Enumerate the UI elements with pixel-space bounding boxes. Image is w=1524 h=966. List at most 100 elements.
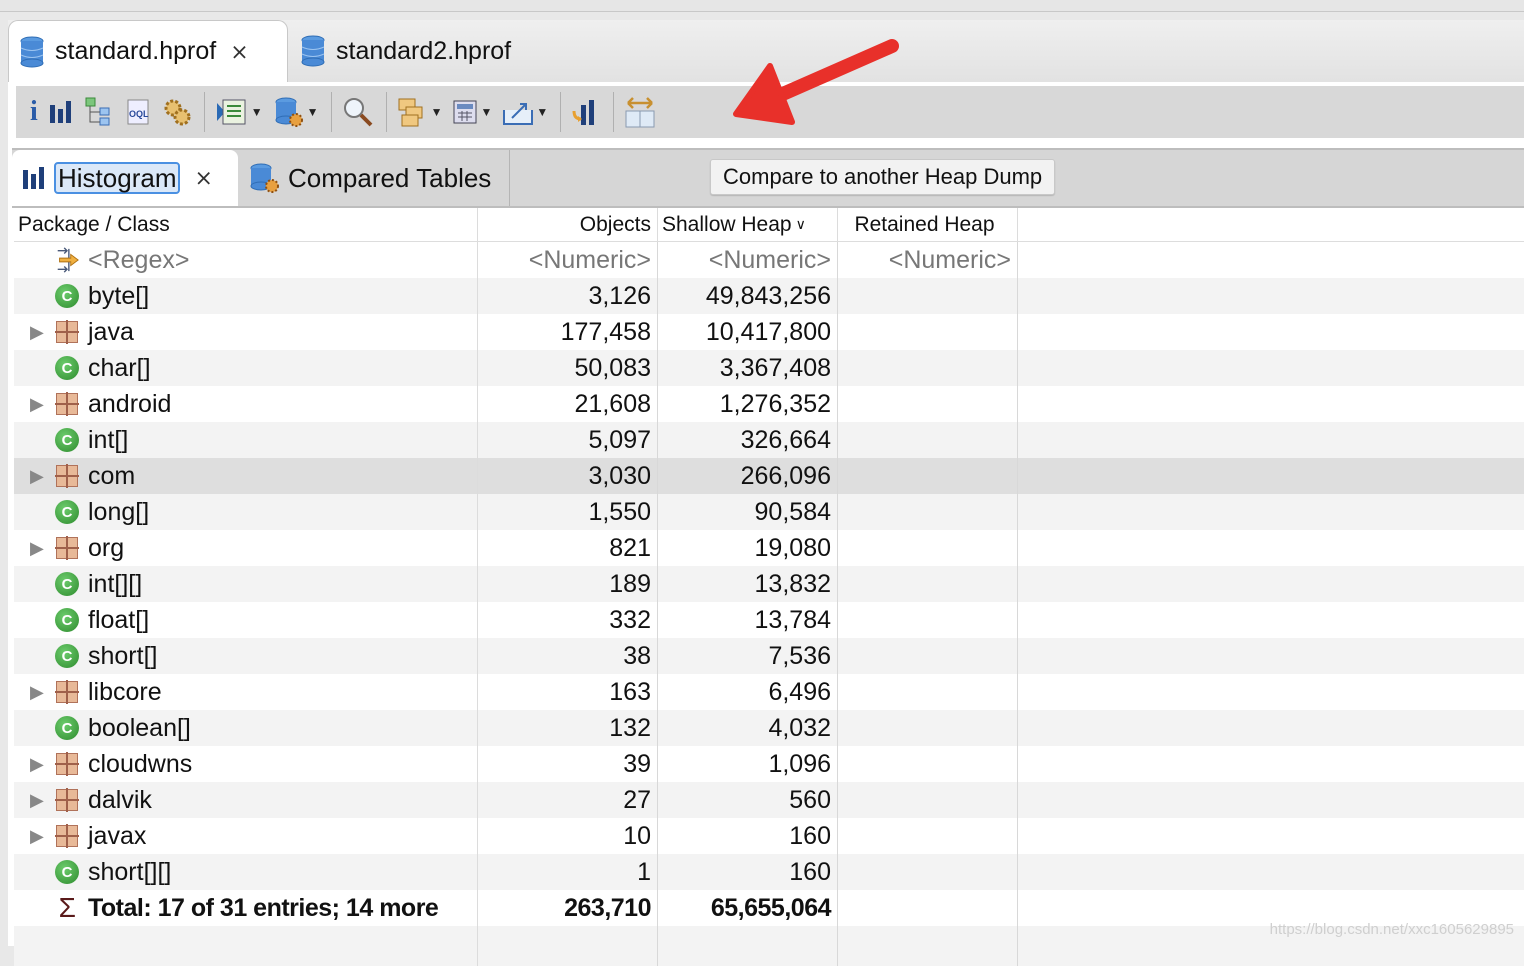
regex-filter-icon (54, 247, 80, 273)
shallow-heap-cell: 3,367,408 (658, 350, 838, 386)
class-name: com (88, 461, 136, 490)
heap-dump-overview-button[interactable] (162, 92, 192, 132)
table-row[interactable]: Cboolean[] 132 4,032 (14, 710, 1524, 746)
group-by-button[interactable]: ▼ (397, 92, 443, 132)
class-icon: C (54, 607, 80, 633)
shallow-heap-cell: 90,584 (658, 494, 838, 530)
objects-cell: 189 (478, 566, 658, 602)
close-icon[interactable]: ⨯ (230, 39, 248, 65)
expand-arrow-icon[interactable]: ▶ (30, 682, 50, 703)
shallow-heap-cell: 560 (658, 782, 838, 818)
dominator-tree-icon (85, 97, 110, 126)
objects-cell: 821 (478, 530, 658, 566)
column-header-retained-heap[interactable]: Retained Heap (838, 208, 1018, 241)
expand-arrow-icon[interactable]: ▶ (30, 322, 50, 343)
objects-cell: 3,126 (478, 278, 658, 314)
expand-arrow-icon[interactable]: ▶ (30, 790, 50, 811)
column-header-package-class[interactable]: Package / Class (14, 208, 478, 241)
class-icon: C (54, 571, 80, 597)
expand-arrow-icon[interactable]: ▶ (30, 754, 50, 775)
table-row[interactable]: Cfloat[] 332 13,784 (14, 602, 1524, 638)
editor-tab-standard2-hprof[interactable]: standard2.hprof (296, 20, 511, 82)
shallow-heap-cell: 13,784 (658, 602, 838, 638)
objects-cell: 3,030 (478, 458, 658, 494)
shallow-heap-cell: 1,276,352 (658, 386, 838, 422)
histogram-icon (23, 167, 44, 189)
retained-heap-cell (838, 710, 1018, 746)
close-icon[interactable]: ⨯ (194, 165, 212, 191)
class-name: dalvik (88, 785, 152, 814)
retained-heap-filter-input[interactable]: <Numeric> (838, 242, 1018, 278)
expand-arrow-icon[interactable]: ▶ (30, 466, 50, 487)
objects-cell: 10 (478, 818, 658, 854)
compare-tooltip: Compare to another Heap Dump (710, 159, 1056, 195)
tab-compared-tables[interactable]: Compared Tables (240, 150, 510, 206)
editor-tab-standard-hprof[interactable]: standard.hprof ⨯ (8, 20, 288, 82)
column-header-objects[interactable]: Objects (478, 208, 658, 241)
package-icon (54, 319, 80, 345)
class-name: short[] (88, 641, 158, 670)
shallow-heap-cell: 7,536 (658, 638, 838, 674)
table-row[interactable]: ▶ android 21,608 1,276,352 (14, 386, 1524, 422)
table-row[interactable]: Cchar[] 50,083 3,367,408 (14, 350, 1524, 386)
export-icon (503, 103, 534, 125)
shallow-heap-cell: 266,096 (658, 458, 838, 494)
regex-filter-input[interactable]: <Regex> (88, 246, 189, 275)
find-object-button[interactable] (342, 92, 374, 132)
expand-arrow-icon[interactable]: ▶ (30, 538, 50, 559)
expand-arrow-icon[interactable]: ▶ (30, 826, 50, 847)
class-name: int[][] (88, 569, 143, 598)
package-icon (54, 391, 80, 417)
heap-dump-icon (20, 36, 44, 67)
tab-histogram[interactable]: Histogram ⨯ (12, 150, 238, 206)
run-report-button[interactable]: ▼ (215, 92, 263, 132)
dropdown-arrow-icon[interactable]: ▼ (536, 105, 548, 119)
compare-histogram-button[interactable] (571, 92, 601, 132)
table-row[interactable]: ▶ java 177,458 10,417,800 (14, 314, 1524, 350)
class-name: float[] (88, 605, 150, 634)
objects-filter-input[interactable]: <Numeric> (478, 242, 658, 278)
oql-button[interactable]: OQL (124, 92, 152, 132)
class-name: int[] (88, 425, 129, 454)
objects-cell: 163 (478, 674, 658, 710)
compared-tables-icon (250, 163, 279, 193)
dropdown-arrow-icon[interactable]: ▼ (307, 105, 319, 119)
table-row[interactable]: ▶ dalvik 27 560 (14, 782, 1524, 818)
package-icon (54, 823, 80, 849)
column-header-shallow-heap[interactable]: Shallow Heap ∨ (658, 208, 838, 241)
table-row[interactable]: ▶ com 3,030 266,096 (14, 458, 1524, 494)
class-icon: C (54, 427, 80, 453)
objects-cell: 39 (478, 746, 658, 782)
table-row[interactable]: Cshort[][] 1 160 (14, 854, 1524, 890)
dropdown-arrow-icon[interactable]: ▼ (431, 105, 443, 119)
table-row[interactable]: Cint[][] 189 13,832 (14, 566, 1524, 602)
table-row[interactable]: Cbyte[] 3,126 49,843,256 (14, 278, 1524, 314)
search-icon (343, 98, 372, 127)
info-button[interactable]: i (30, 92, 38, 132)
package-icon (54, 787, 80, 813)
shallow-heap-cell: 10,417,800 (658, 314, 838, 350)
dominator-tree-button[interactable] (84, 92, 114, 132)
table-row[interactable]: ▶ libcore 163 6,496 (14, 674, 1524, 710)
dropdown-arrow-icon[interactable]: ▼ (251, 105, 263, 119)
shallow-heap-filter-input[interactable]: <Numeric> (658, 242, 838, 278)
query-browser-button[interactable]: ▼ (273, 92, 319, 132)
histogram-button[interactable] (48, 92, 74, 132)
expand-arrow-icon[interactable]: ▶ (30, 394, 50, 415)
export-button[interactable]: ▼ (502, 92, 548, 132)
histogram-icon (49, 101, 71, 123)
retained-heap-cell (838, 566, 1018, 602)
table-row[interactable]: Clong[] 1,550 90,584 (14, 494, 1524, 530)
table-row[interactable]: ▶ javax 10 160 (14, 818, 1524, 854)
compare-to-another-heap-dump-button[interactable] (624, 92, 656, 132)
calculator-icon (453, 100, 477, 124)
class-name: javax (88, 821, 147, 850)
table-row[interactable]: Cshort[] 38 7,536 (14, 638, 1524, 674)
table-row[interactable]: ▶ org 821 19,080 (14, 530, 1524, 566)
dropdown-arrow-icon[interactable]: ▼ (480, 105, 492, 119)
table-row[interactable]: Cint[] 5,097 326,664 (14, 422, 1524, 458)
table-row[interactable]: ▶ cloudwns 39 1,096 (14, 746, 1524, 782)
calculate-retained-button[interactable]: ▼ (452, 92, 492, 132)
editor-tab-label: standard2.hprof (336, 36, 512, 65)
annotation-arrow-icon (733, 39, 899, 125)
